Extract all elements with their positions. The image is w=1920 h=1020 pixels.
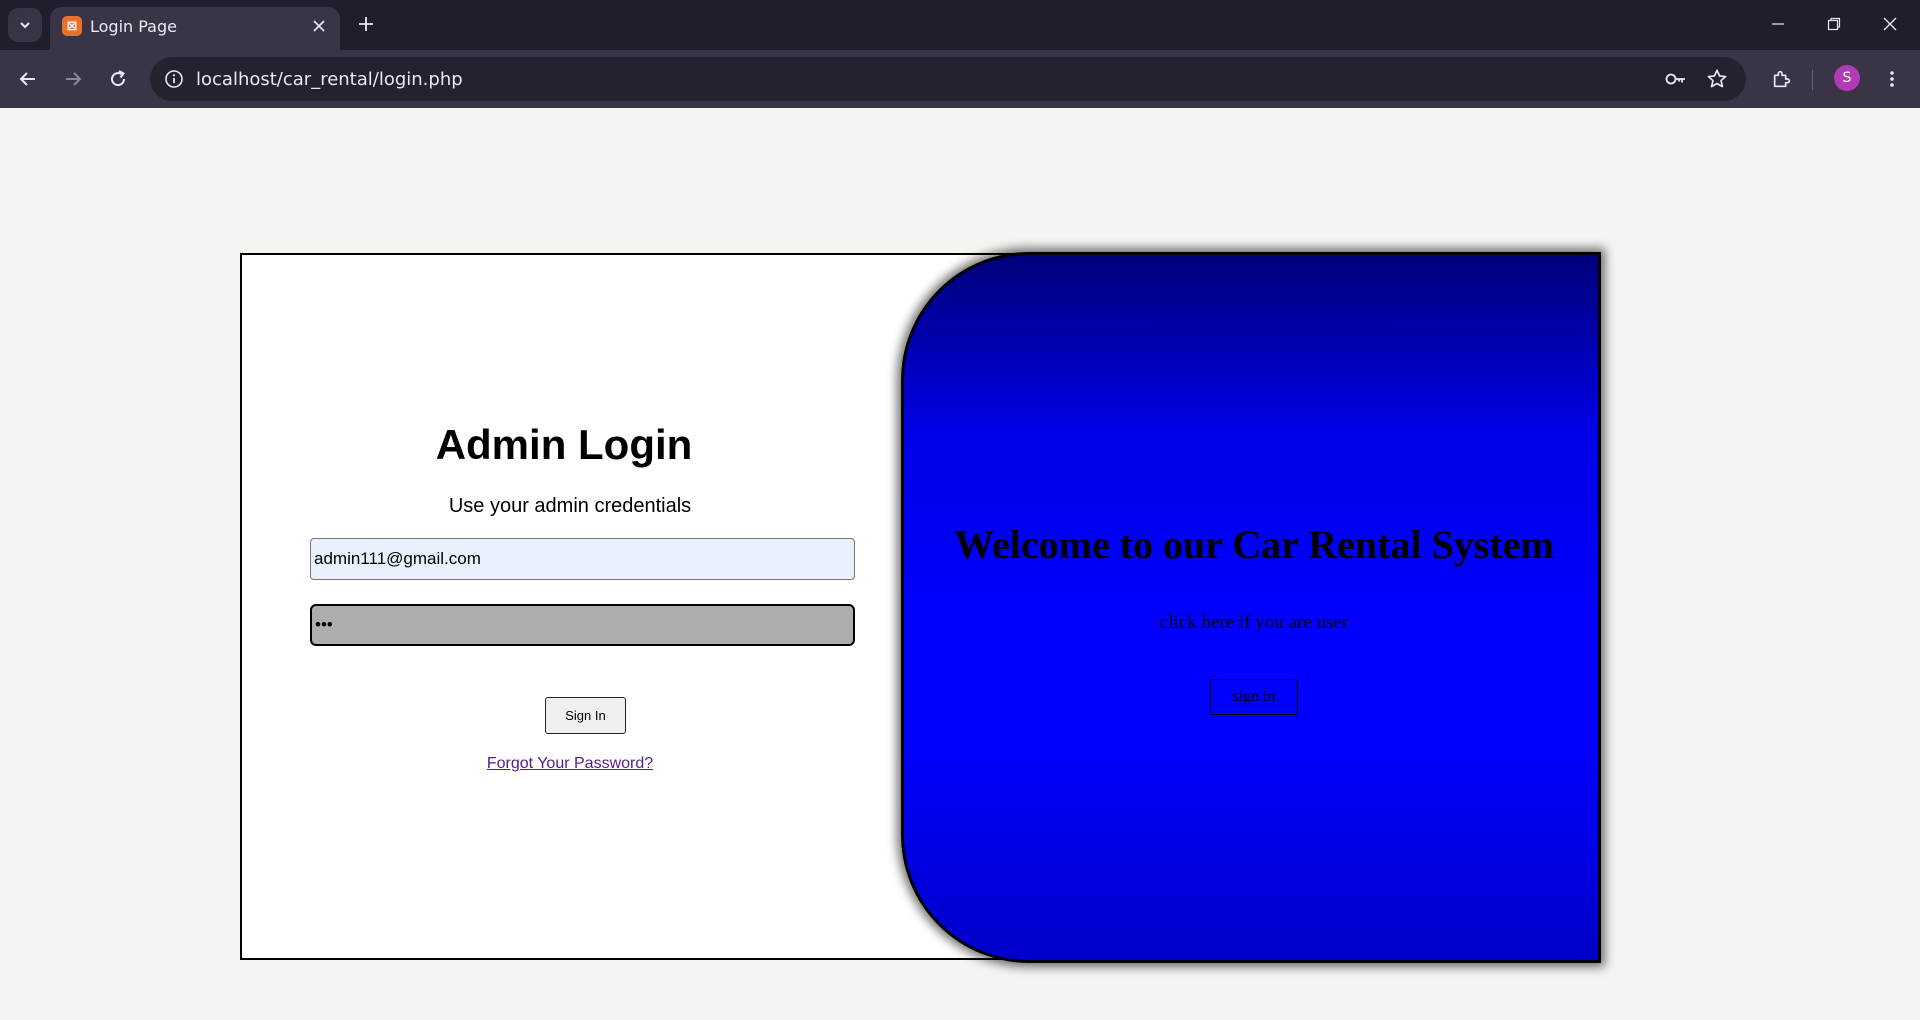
tab-title: Login Page: [90, 17, 177, 36]
close-window-button[interactable]: [1862, 0, 1918, 48]
password-field[interactable]: [310, 604, 855, 646]
user-sign-in-button[interactable]: sign in: [1210, 679, 1298, 715]
admin-login-form: Admin Login Use your admin credentials S…: [242, 255, 902, 958]
menu-button[interactable]: [1876, 63, 1908, 95]
reload-button[interactable]: [102, 63, 134, 95]
close-icon: [313, 20, 325, 32]
arrow-right-icon: [66, 72, 82, 86]
toolbar-divider: [1812, 70, 1813, 90]
forward-button[interactable]: [57, 63, 89, 95]
forgot-password-link[interactable]: Forgot Your Password?: [242, 755, 898, 773]
arrow-left-icon: [19, 72, 35, 86]
new-tab-button[interactable]: [352, 10, 380, 38]
welcome-panel: Welcome to our Car Rental System click h…: [901, 252, 1601, 963]
address-bar[interactable]: localhost/car_rental/login.php: [150, 57, 1746, 101]
browser-tab-active[interactable]: ⊠ Login Page: [50, 7, 340, 50]
browser-toolbar: localhost/car_rental/login.php S: [0, 50, 1920, 108]
more-vert-icon: [1890, 71, 1894, 87]
password-key-icon[interactable]: [1664, 67, 1688, 91]
puzzle-icon: [1773, 70, 1791, 88]
welcome-title: Welcome to our Car Rental System: [954, 522, 1554, 567]
minimize-icon: [1772, 23, 1784, 25]
xampp-favicon-icon: ⊠: [62, 16, 82, 36]
bookmark-star-icon[interactable]: [1705, 67, 1729, 91]
browser-tab-strip: ⊠ Login Page: [0, 0, 1920, 50]
plus-icon: [359, 17, 373, 31]
user-prompt-text: click here if you are user: [1159, 612, 1349, 633]
close-icon: [1883, 17, 1897, 31]
login-container: Admin Login Use your admin credentials S…: [240, 252, 1601, 963]
site-info-icon[interactable]: [162, 67, 186, 91]
tab-close-button[interactable]: [308, 15, 330, 37]
login-subtitle: Use your admin credentials: [448, 495, 692, 517]
sign-in-button[interactable]: Sign In: [545, 697, 626, 734]
reload-icon: [111, 70, 126, 87]
chevron-down-icon: [20, 22, 30, 29]
tab-search-button[interactable]: [8, 8, 42, 42]
email-field[interactable]: [310, 538, 855, 580]
page-title: Admin Login: [435, 421, 693, 468]
profile-avatar[interactable]: S: [1834, 65, 1860, 91]
minimize-button[interactable]: [1750, 0, 1806, 48]
restore-button[interactable]: [1806, 0, 1862, 48]
restore-icon: [1827, 17, 1841, 31]
extensions-button[interactable]: [1766, 63, 1798, 95]
back-button[interactable]: [12, 63, 44, 95]
url-text[interactable]: localhost/car_rental/login.php: [196, 69, 463, 90]
